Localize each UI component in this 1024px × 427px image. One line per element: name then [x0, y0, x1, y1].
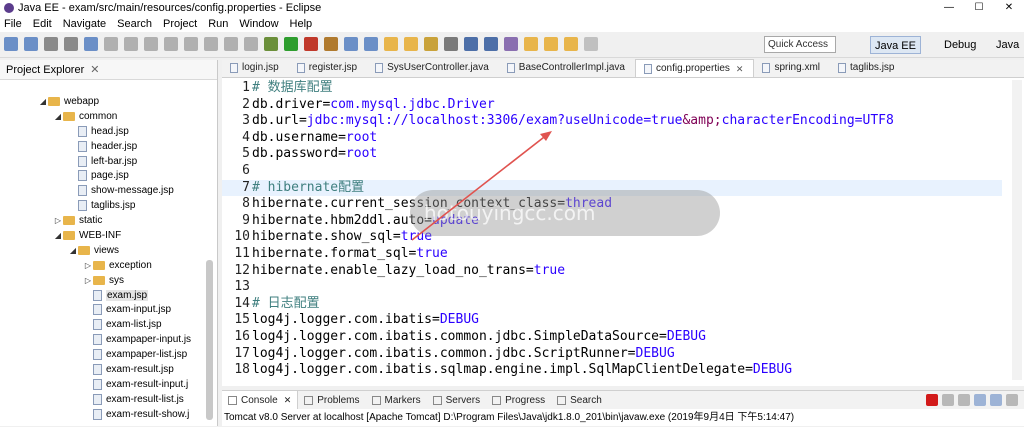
annotation-arrow	[411, 131, 552, 241]
console-tab-label: Search	[570, 394, 602, 406]
progress-icon	[492, 395, 502, 405]
arrow-line	[411, 133, 549, 241]
servers-icon	[432, 395, 442, 405]
console-tab-label: Console	[241, 394, 278, 406]
close-tab-icon[interactable]: ✕	[284, 395, 292, 406]
terminate-icon[interactable]	[926, 394, 938, 406]
console-icon	[228, 395, 237, 405]
console-tab-console[interactable]: Console ✕	[222, 391, 299, 409]
console-tab-problems[interactable]: Problems	[298, 395, 365, 406]
pin-console-icon[interactable]	[990, 394, 1002, 406]
console-status: Tomcat v8.0 Server at localhost [Apache …	[224, 412, 795, 423]
console-tab-servers[interactable]: Servers	[427, 395, 486, 406]
remove-launch-icon[interactable]	[942, 394, 954, 406]
scroll-lock-icon[interactable]	[974, 394, 986, 406]
console-tab-search[interactable]: Search	[551, 395, 608, 406]
console-tab-label: Progress	[505, 394, 546, 406]
console-tab-markers[interactable]: Markers	[366, 395, 427, 406]
open-console-icon[interactable]	[1006, 394, 1018, 406]
console-tab-label: Servers	[445, 394, 481, 406]
problems-icon	[304, 395, 314, 405]
console-tab-progress[interactable]: Progress	[486, 395, 551, 406]
console-tab-label: Problems	[317, 394, 360, 406]
console-tabs: Console ✕ Problems Markers Servers Progress Se…	[222, 391, 1024, 409]
console-toolbar	[922, 394, 1018, 406]
search-icon	[557, 395, 567, 405]
console-tab-label: Markers	[384, 394, 421, 406]
clear-console-icon[interactable]	[958, 394, 970, 406]
markers-icon	[371, 395, 381, 405]
console-panel: Console ✕ Problems Markers Servers Progress Se…	[222, 390, 1024, 426]
